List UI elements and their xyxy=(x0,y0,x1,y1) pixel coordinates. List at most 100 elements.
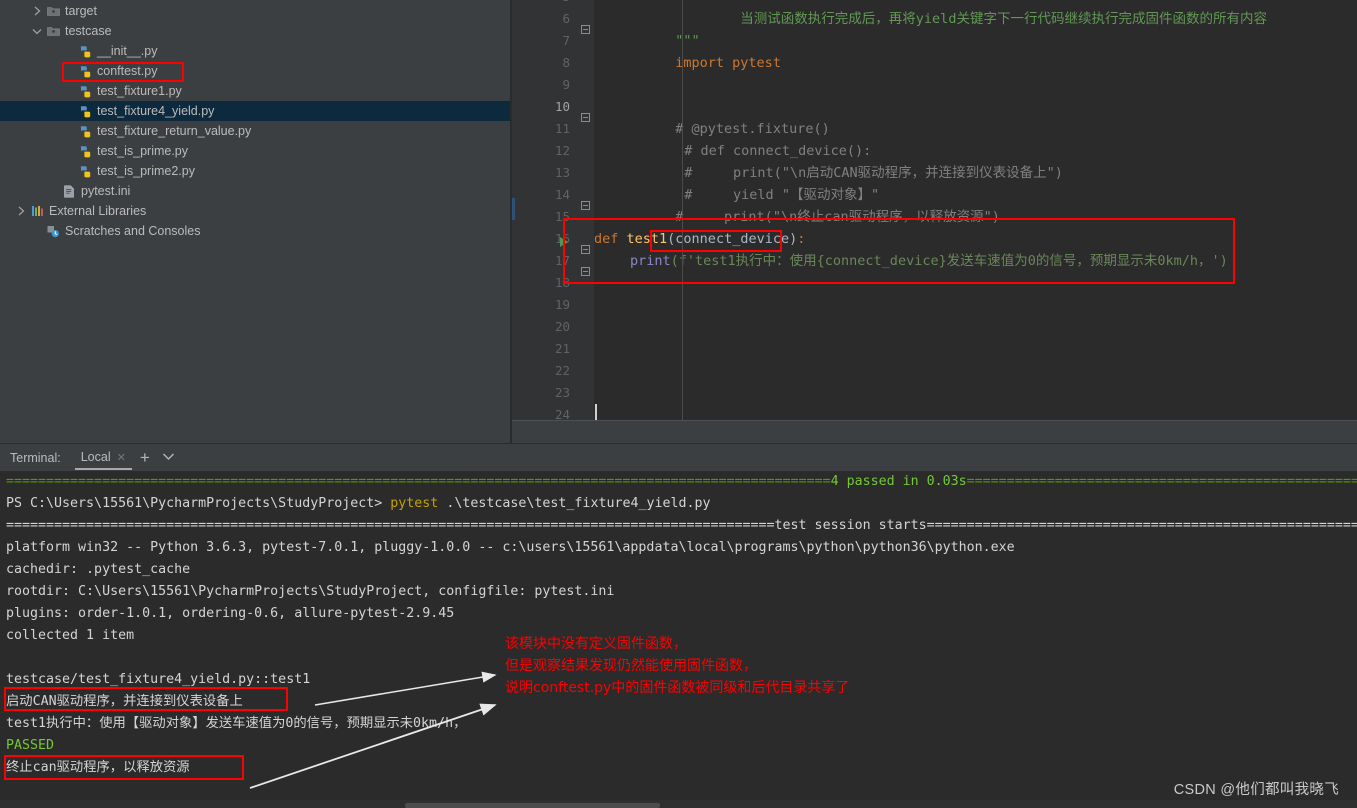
builtin-print: print xyxy=(630,253,671,269)
separator-right-2: ========================================… xyxy=(926,518,1357,533)
line-number-21: 21 xyxy=(554,341,570,356)
code-line-13-text: # yield "【驱动对象】" xyxy=(684,187,880,203)
status-passed: PASSED xyxy=(6,738,55,753)
horizontal-scrollbar[interactable] xyxy=(405,803,660,808)
tree-item-test-fixture-return-value-py[interactable]: test_fixture_return_value.py xyxy=(0,121,510,141)
fold-toggle-icon[interactable] xyxy=(581,267,590,276)
tree-item-test-is-prime2-py[interactable]: test_is_prime2.py xyxy=(0,161,510,181)
line-number-14: 14 xyxy=(554,187,570,202)
line-number-8: 8 xyxy=(562,55,570,70)
code-line-17: print(f'test1执行中：使用{connect_device}发送车速值… xyxy=(594,250,1357,272)
terminal-line-platform: platform win32 -- Python 3.6.3, pytest-7… xyxy=(6,540,1015,555)
separator-left: ========================================… xyxy=(6,474,831,489)
line-number-6: 6 xyxy=(562,11,570,26)
fold-toggle-icon[interactable] xyxy=(581,25,590,34)
python-file-icon xyxy=(76,145,94,158)
tree-item-external-libraries[interactable]: External Libraries xyxy=(0,201,510,221)
tree-item--init-py[interactable]: __init__.py xyxy=(0,41,510,61)
code-line-7-text: import pytest xyxy=(675,55,781,71)
code-line-10-text: # @pytest.fixture() xyxy=(675,121,830,137)
keyword-def: def xyxy=(594,231,619,247)
line-number-24: 24 xyxy=(554,407,570,420)
code-editor[interactable]: 56789101112131415161718192021222324 当测试函… xyxy=(512,0,1357,420)
tree-item-target[interactable]: target xyxy=(0,1,510,21)
code-line-14-text: # print("\n终止can驱动程序，以释放资源") xyxy=(675,209,1000,225)
project-tree-rows: target testcase __init__.py conftest.py test… xyxy=(0,1,510,241)
code-line-6-text: """ xyxy=(675,33,700,49)
code-line-24 xyxy=(594,404,1357,420)
close-icon[interactable]: ✕ xyxy=(117,451,126,464)
tree-item-scratches-and-consoles[interactable]: Scratches and Consoles xyxy=(0,221,510,241)
indent-guide xyxy=(682,0,683,420)
line-number-18: 18 xyxy=(554,275,570,290)
line-number-17: 17 xyxy=(554,253,570,268)
tree-item-label: conftest.py xyxy=(97,64,158,78)
tree-item-label: test_fixture4_yield.py xyxy=(97,104,215,118)
python-file-icon xyxy=(76,65,94,78)
libraries-icon xyxy=(28,205,46,217)
chevron-down-icon[interactable] xyxy=(158,452,179,464)
python-file-icon xyxy=(76,85,94,98)
terminal-toolbar: Terminal: Local ✕ + xyxy=(0,443,1357,471)
line-number-12: 12 xyxy=(554,143,570,158)
fold-toggle-icon[interactable] xyxy=(581,113,590,122)
terminal-line-test-output: test1执行中：使用【驱动对象】发送车速值为0的信号，预期显示未0km/h， xyxy=(6,716,467,731)
command-args: .\testcase\test_fixture4_yield.py xyxy=(446,496,711,511)
chevron-right-icon[interactable] xyxy=(14,201,28,221)
fold-column[interactable] xyxy=(578,0,594,420)
tree-item-test-fixture1-py[interactable]: test_fixture1.py xyxy=(0,81,510,101)
upper-panes: target testcase __init__.py conftest.py test… xyxy=(0,0,1357,443)
terminal-line-rootdir: rootdir: C:\Users\15561\PycharmProjects\… xyxy=(6,584,615,599)
line-number-11: 11 xyxy=(554,121,570,136)
separator-right: ========================================… xyxy=(966,474,1357,489)
terminal-line-summary: ========================================… xyxy=(0,471,1357,493)
bottom-strip xyxy=(0,800,1357,808)
fold-toggle-icon[interactable] xyxy=(581,201,590,210)
line-number-20: 20 xyxy=(554,319,570,334)
chevron-right-icon[interactable] xyxy=(30,1,44,21)
tree-item-pytest-ini[interactable]: pytest.ini xyxy=(0,181,510,201)
tree-item-label: pytest.ini xyxy=(81,184,131,198)
line-number-19: 19 xyxy=(554,297,570,312)
code-line-5-text: 当测试函数执行完成后，再将yield关键字下一行代码继续执行完成固件函数的所有内… xyxy=(675,11,1267,27)
tree-item-testcase[interactable]: testcase xyxy=(0,21,510,41)
run-test-icon[interactable] xyxy=(560,237,568,247)
editor-gutter[interactable]: 56789101112131415161718192021222324 xyxy=(512,0,578,420)
python-file-icon xyxy=(76,125,94,138)
fold-toggle-icon[interactable] xyxy=(581,245,590,254)
current-line-marker xyxy=(512,198,515,220)
project-tree-panel[interactable]: target testcase __init__.py conftest.py test… xyxy=(0,0,511,443)
tree-item-label: test_fixture1.py xyxy=(97,84,182,98)
code-line-12-text: # print("\n启动CAN驱动程序，并连接到仪表设备上") xyxy=(684,165,1063,181)
plus-icon[interactable]: + xyxy=(132,449,158,466)
tree-item-test-fixture4-yield-py[interactable]: test_fixture4_yield.py xyxy=(0,101,510,121)
tree-item-conftest-py[interactable]: conftest.py xyxy=(0,61,510,81)
print-arg-string: (f'test1执行中：使用{connect_device}发送车速值为0的信号… xyxy=(670,253,1228,269)
terminal-line-cachedir: cachedir: .pytest_cache xyxy=(6,562,191,577)
terminal-tab-label: Local xyxy=(80,450,111,464)
code-line-16: def test1(connect_device): xyxy=(594,228,1357,250)
terminal-line-plugins: plugins: order-1.0.1, ordering-0.6, allu… xyxy=(6,606,455,621)
text-caret xyxy=(595,404,597,420)
code-text-area[interactable]: 当测试函数执行完成后，再将yield关键字下一行代码继续执行完成固件函数的所有内… xyxy=(594,0,1357,420)
passed-summary: 4 passed in 0.03s xyxy=(830,474,967,489)
terminal-tab-local[interactable]: Local ✕ xyxy=(74,446,132,470)
line-number-22: 22 xyxy=(554,363,570,378)
chevron-down-icon[interactable] xyxy=(30,21,44,41)
tree-item-test-is-prime-py[interactable]: test_is_prime.py xyxy=(0,141,510,161)
terminal-line-session: ========================================… xyxy=(0,515,1357,537)
